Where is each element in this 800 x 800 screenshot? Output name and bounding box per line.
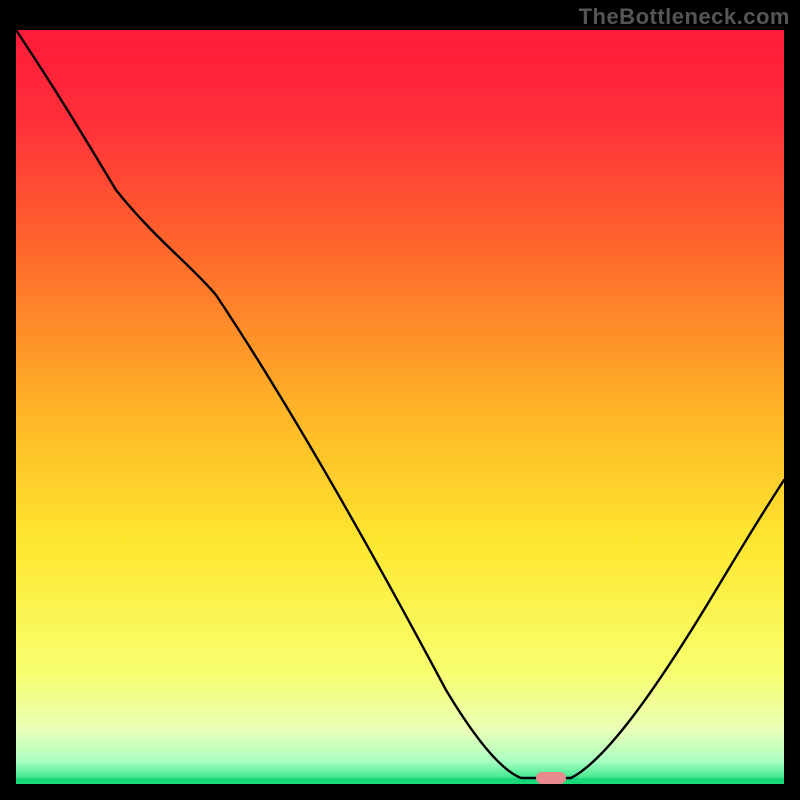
optimal-marker [536, 772, 566, 784]
gradient-background [16, 30, 784, 784]
watermark-text: TheBottleneck.com [579, 4, 790, 30]
chart-svg [16, 30, 784, 784]
baseline-band [16, 778, 784, 784]
chart-frame: TheBottleneck.com [0, 0, 800, 800]
plot-area [16, 30, 784, 784]
